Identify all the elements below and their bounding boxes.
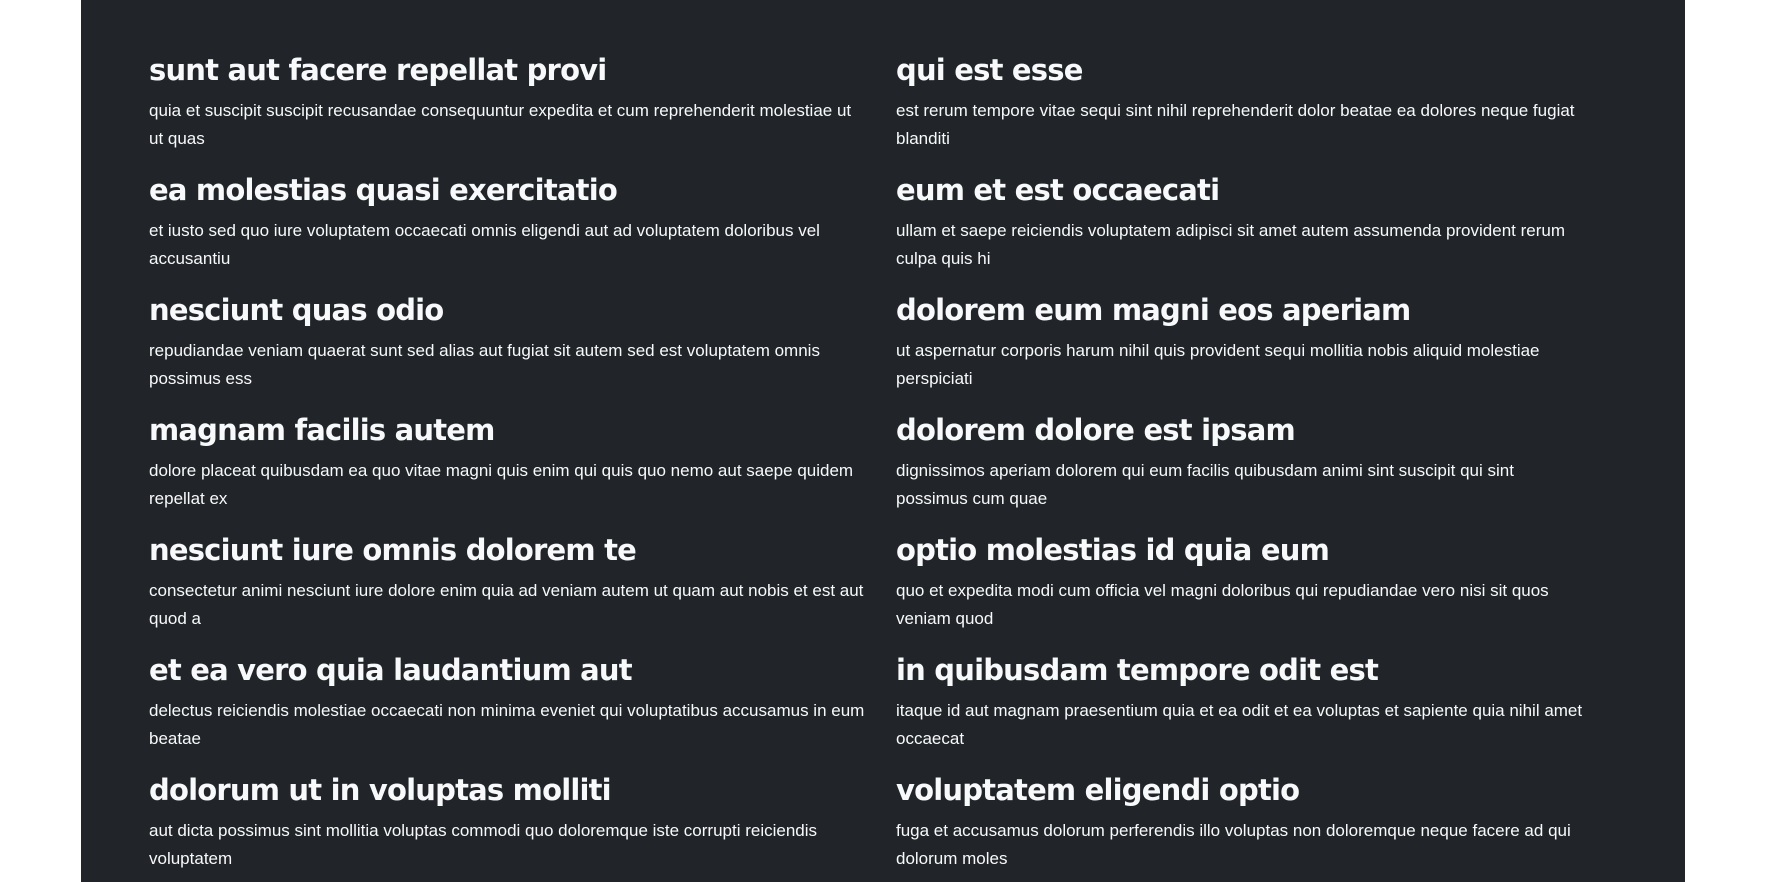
posts-grid: sunt aut facere repellat provi quia et s… bbox=[149, 47, 1617, 882]
post-card: dolorem dolore est ipsam dignissimos ape… bbox=[896, 407, 1617, 527]
post-card: dolorem eum magni eos aperiam ut asperna… bbox=[896, 287, 1617, 407]
post-body: aut dicta possimus sint mollitia volupta… bbox=[149, 821, 818, 868]
post-title: et ea vero quia laudantium aut bbox=[149, 653, 633, 687]
posts-panel: sunt aut facere repellat provi quia et s… bbox=[81, 0, 1685, 882]
post-card: optio molestias id quia eum quo et exped… bbox=[896, 527, 1617, 647]
post-card: dolorum ut in voluptas molliti aut dicta… bbox=[149, 767, 896, 882]
post-title: qui est esse bbox=[896, 53, 1083, 87]
post-title: ea molestias quasi exercitatio bbox=[149, 173, 618, 207]
post-card: nesciunt quas odio repudiandae veniam qu… bbox=[149, 287, 896, 407]
post-body: dolore placeat quibusdam ea quo vitae ma… bbox=[149, 461, 854, 508]
post-title: magnam facilis autem bbox=[149, 413, 495, 447]
post-body: ullam et saepe reiciendis voluptatem adi… bbox=[896, 221, 1565, 268]
post-title: voluptatem eligendi optio bbox=[896, 773, 1300, 807]
post-body: itaque id aut magnam praesentium quia et… bbox=[896, 701, 1583, 748]
post-title: dolorum ut in voluptas molliti bbox=[149, 773, 612, 807]
post-body: delectus reiciendis molestiae occaecati … bbox=[149, 701, 865, 748]
post-body: repudiandae veniam quaerat sunt sed alia… bbox=[149, 341, 820, 388]
post-card: ea molestias quasi exercitatio et iusto … bbox=[149, 167, 896, 287]
post-card: et ea vero quia laudantium aut delectus … bbox=[149, 647, 896, 767]
post-body: quo et expedita modi cum officia vel mag… bbox=[896, 581, 1549, 628]
post-card: qui est esse est rerum tempore vitae seq… bbox=[896, 47, 1617, 167]
post-title: nesciunt iure omnis dolorem te bbox=[149, 533, 637, 567]
post-title: dolorem dolore est ipsam bbox=[896, 413, 1296, 447]
post-title: nesciunt quas odio bbox=[149, 293, 444, 327]
post-title: in quibusdam tempore odit est bbox=[896, 653, 1379, 687]
post-title: dolorem eum magni eos aperiam bbox=[896, 293, 1411, 327]
post-body: fuga et accusamus dolorum perferendis il… bbox=[896, 821, 1571, 868]
post-title: eum et est occaecati bbox=[896, 173, 1220, 207]
post-body: et iusto sed quo iure voluptatem occaeca… bbox=[149, 221, 820, 268]
post-title: optio molestias id quia eum bbox=[896, 533, 1330, 567]
post-body: quia et suscipit suscipit recusandae con… bbox=[149, 101, 852, 148]
post-body: est rerum tempore vitae sequi sint nihil… bbox=[896, 101, 1575, 148]
post-body: dignissimos aperiam dolorem qui eum faci… bbox=[896, 461, 1514, 508]
post-card: magnam facilis autem dolore placeat quib… bbox=[149, 407, 896, 527]
post-card: nesciunt iure omnis dolorem te consectet… bbox=[149, 527, 896, 647]
post-body: consectetur animi nesciunt iure dolore e… bbox=[149, 581, 864, 628]
post-title: sunt aut facere repellat provi bbox=[149, 53, 607, 87]
post-card: eum et est occaecati ullam et saepe reic… bbox=[896, 167, 1617, 287]
post-body: ut aspernatur corporis harum nihil quis … bbox=[896, 341, 1540, 388]
post-card: sunt aut facere repellat provi quia et s… bbox=[149, 47, 896, 167]
post-card: voluptatem eligendi optio fuga et accusa… bbox=[896, 767, 1617, 882]
post-card: in quibusdam tempore odit est itaque id … bbox=[896, 647, 1617, 767]
